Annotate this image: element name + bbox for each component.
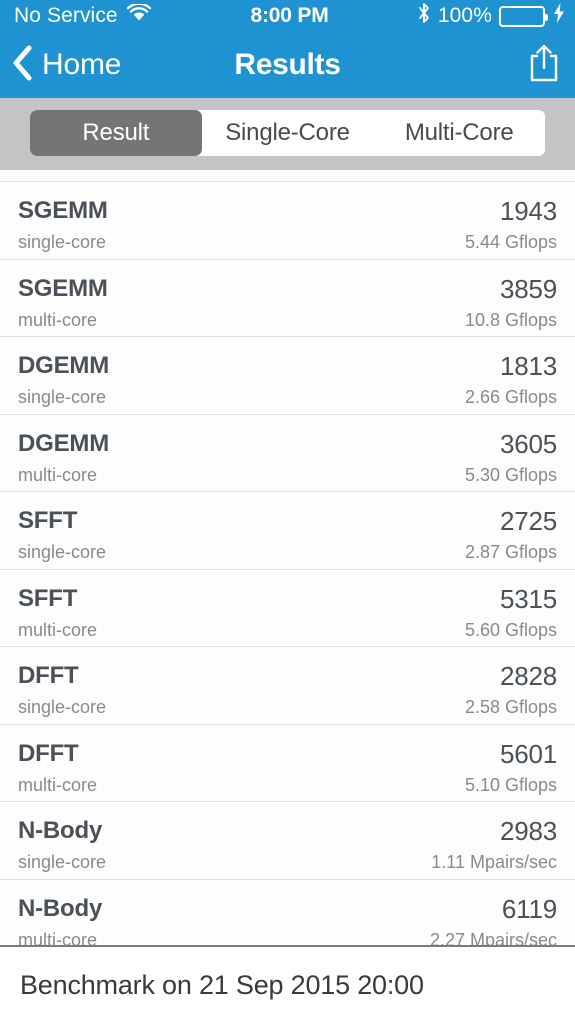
- benchmark-score: 5601: [499, 738, 557, 769]
- benchmark-rate: 2.66 Gflops: [464, 387, 557, 407]
- table-row[interactable]: DFFT multi-core 5601 5.10 Gflops: [0, 725, 575, 802]
- benchmark-rate: 10.8 Gflops: [464, 309, 557, 330]
- benchmark-core: single-core: [18, 542, 107, 562]
- benchmark-core: multi-core: [18, 774, 98, 795]
- segment-result[interactable]: Result: [30, 110, 202, 156]
- benchmark-score: 2983: [499, 816, 557, 846]
- segmented-control-band: Result Single-Core Multi-Core: [0, 98, 575, 170]
- benchmark-name: N-Body: [18, 894, 103, 922]
- segment-multi-core[interactable]: Multi-Core: [373, 110, 545, 156]
- benchmark-rate: 2.58 Gflops: [464, 697, 557, 717]
- benchmark-score: 3859: [499, 273, 557, 304]
- table-row[interactable]: SGEMM multi-core 3859 10.8 Gflops: [0, 260, 575, 337]
- benchmark-name: DFFT: [18, 739, 79, 767]
- table-row[interactable]: SFFT multi-core 5315 5.60 Gflops: [0, 570, 575, 647]
- wifi-icon: [126, 2, 151, 28]
- benchmark-core: multi-core: [18, 929, 98, 946]
- benchmark-rate: 2.27 Mpairs/sec: [429, 929, 557, 946]
- benchmark-rate: 5.60 Gflops: [464, 619, 557, 640]
- status-bar-right: 100%: [328, 2, 575, 30]
- benchmark-name: DGEMM: [18, 429, 109, 457]
- segmented-control[interactable]: Result Single-Core Multi-Core: [30, 110, 545, 156]
- page-title: Results: [234, 48, 341, 81]
- benchmark-name: SGEMM: [18, 274, 108, 302]
- segment-single-core[interactable]: Single-Core: [201, 110, 374, 156]
- benchmark-core: single-core: [18, 387, 107, 407]
- benchmark-core: multi-core: [18, 309, 98, 330]
- benchmark-score: 2828: [499, 661, 557, 691]
- app-screen: No Service 8:00 PM 100% Home Results Res…: [0, 0, 575, 1024]
- benchmark-core: single-core: [18, 852, 107, 872]
- benchmark-timestamp: Benchmark on 21 Sep 2015 20:00: [20, 970, 424, 1000]
- benchmark-score: 6119: [501, 893, 557, 924]
- benchmark-name: SFFT: [18, 584, 78, 612]
- status-bar-left: No Service: [0, 2, 251, 28]
- benchmark-rate: 5.30 Gflops: [464, 464, 557, 485]
- benchmark-name: DFFT: [18, 662, 79, 689]
- benchmark-rate: 2.87 Gflops: [464, 542, 557, 562]
- table-row[interactable]: SFFT single-core 2725 2.87 Gflops: [0, 492, 575, 570]
- carrier-label: No Service: [14, 4, 118, 27]
- benchmark-rate: 5.10 Gflops: [464, 774, 557, 795]
- benchmark-rate: 5.44 Gflops: [464, 232, 557, 252]
- battery-percent-label: 100%: [437, 4, 492, 27]
- battery-icon: [499, 5, 548, 27]
- benchmark-name: SFFT: [18, 507, 78, 534]
- benchmark-name: SGEMM: [18, 197, 108, 224]
- benchmark-score: 1813: [499, 351, 557, 381]
- share-button[interactable]: [527, 32, 561, 98]
- status-bar: No Service 8:00 PM 100%: [0, 0, 575, 32]
- benchmark-score: 5315: [499, 583, 557, 614]
- benchmark-score: 1943: [499, 196, 557, 226]
- bluetooth-icon: [417, 2, 431, 30]
- benchmark-core: single-core: [18, 232, 107, 252]
- navigation-bar: Home Results: [0, 32, 575, 98]
- table-row[interactable]: N-Body single-core 2983 1.11 Mpairs/sec: [0, 802, 575, 880]
- benchmark-footer: Benchmark on 21 Sep 2015 20:00: [0, 945, 575, 1024]
- table-row[interactable]: SGEMM single-core 1943 5.44 Gflops: [0, 182, 575, 260]
- results-list[interactable]: SGEMM single-core 1943 5.44 Gflops SGEMM…: [0, 170, 575, 945]
- table-row[interactable]: DGEMM multi-core 3605 5.30 Gflops: [0, 415, 575, 492]
- benchmark-name: DGEMM: [18, 352, 109, 379]
- benchmark-score: 3605: [499, 428, 557, 459]
- benchmark-rate: 1.11 Mpairs/sec: [431, 852, 557, 872]
- benchmark-core: multi-core: [18, 619, 98, 640]
- table-row[interactable]: DFFT single-core 2828 2.58 Gflops: [0, 647, 575, 725]
- clock: 8:00 PM: [250, 4, 329, 27]
- benchmark-core: single-core: [18, 697, 107, 717]
- benchmark-core: multi-core: [18, 464, 98, 485]
- benchmark-name: N-Body: [18, 817, 103, 844]
- table-row[interactable]: DGEMM single-core 1813 2.66 Gflops: [0, 337, 575, 415]
- share-icon: [527, 42, 561, 89]
- benchmark-score: 2725: [499, 506, 557, 536]
- charging-bolt-icon: [553, 3, 565, 29]
- table-row[interactable]: N-Body multi-core 6119 2.27 Mpairs/sec: [0, 880, 575, 946]
